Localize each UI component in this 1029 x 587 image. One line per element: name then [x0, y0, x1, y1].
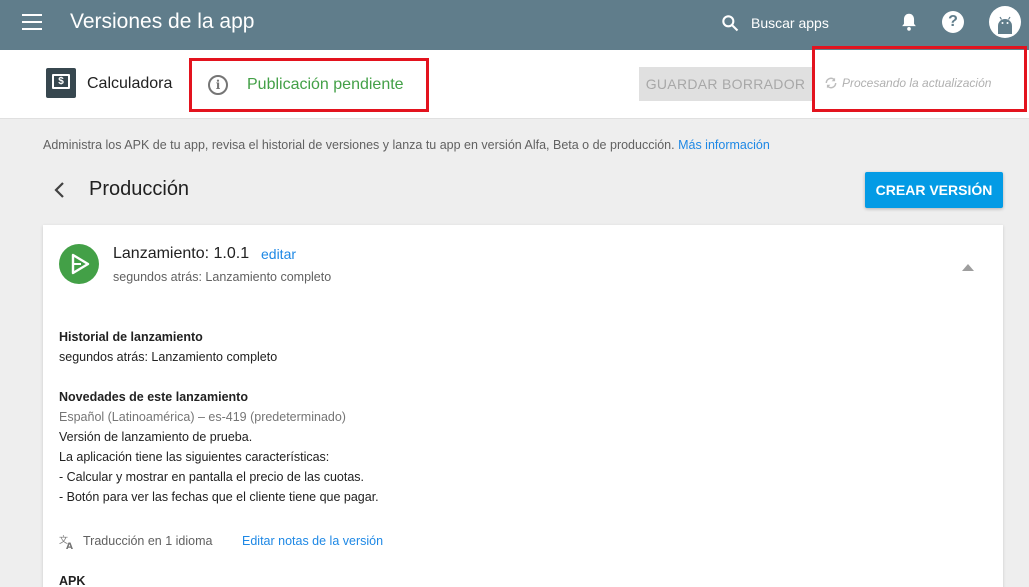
search-label: Buscar apps — [751, 15, 829, 31]
bell-icon[interactable] — [898, 11, 920, 33]
history-text: segundos atrás: Lanzamiento completo — [59, 350, 278, 364]
calculator-app-icon: $ — [46, 68, 76, 98]
release-note-line: La aplicación tiene las siguientes carac… — [59, 450, 330, 464]
android-avatar-icon[interactable] — [989, 6, 1021, 38]
translation-count: Traducción en 1 idioma — [83, 534, 213, 548]
apk-heading: APK — [59, 574, 86, 587]
history-heading: Historial de lanzamiento — [59, 330, 203, 344]
app-header: $ Calculadora i Publicación pendiente GU… — [0, 46, 1029, 119]
top-app-bar: Versiones de la app Buscar apps ? — [0, 0, 1029, 50]
publication-status: Publicación pendiente — [247, 76, 404, 93]
release-note-line: - Calcular y mostrar en pantalla el prec… — [59, 470, 365, 484]
release-language: Español (Latinoamérica) – es-419 (predet… — [59, 410, 346, 424]
section-title: Producción — [89, 178, 190, 200]
search-icon — [722, 15, 739, 32]
more-info-link[interactable]: Más información — [678, 138, 770, 152]
processing-highlight-box: Procesando la actualización — [812, 46, 1027, 112]
processing-status: Procesando la actualización — [842, 76, 992, 90]
help-icon[interactable]: ? — [942, 11, 964, 33]
translate-icon: 文A — [59, 534, 73, 550]
create-release-button[interactable]: CREAR VERSIÓN — [865, 172, 1003, 208]
app-name: Calculadora — [87, 75, 173, 92]
menu-icon[interactable] — [22, 14, 42, 30]
info-icon: i — [208, 75, 228, 95]
save-draft-button[interactable]: GUARDAR BORRADOR — [639, 67, 812, 101]
release-card: Lanzamiento: 1.0.1 editar segundos atrás… — [43, 225, 1003, 587]
page-title: Versiones de la app — [70, 10, 255, 33]
back-chevron-icon[interactable] — [52, 181, 68, 199]
news-heading: Novedades de este lanzamiento — [59, 390, 248, 404]
edit-release-link[interactable]: editar — [261, 246, 296, 262]
chevron-up-icon[interactable] — [962, 264, 974, 271]
search-apps-button[interactable]: Buscar apps — [720, 12, 829, 34]
svg-text:A: A — [66, 542, 73, 550]
release-subtitle: segundos atrás: Lanzamiento completo — [113, 270, 332, 284]
status-highlight-box: i Publicación pendiente — [189, 58, 429, 112]
description-text: Administra los APK de tu app, revisa el … — [43, 138, 679, 152]
release-title: Lanzamiento: 1.0.1 — [113, 245, 250, 262]
edit-release-notes-link[interactable]: Editar notas de la versión — [242, 534, 383, 548]
refresh-icon — [825, 77, 837, 89]
release-play-icon — [59, 244, 99, 284]
release-note-line: Versión de lanzamiento de prueba. — [59, 430, 253, 444]
page-description: Administra los APK de tu app, revisa el … — [43, 138, 770, 152]
release-note-line: - Botón para ver las fechas que el clien… — [59, 490, 379, 504]
